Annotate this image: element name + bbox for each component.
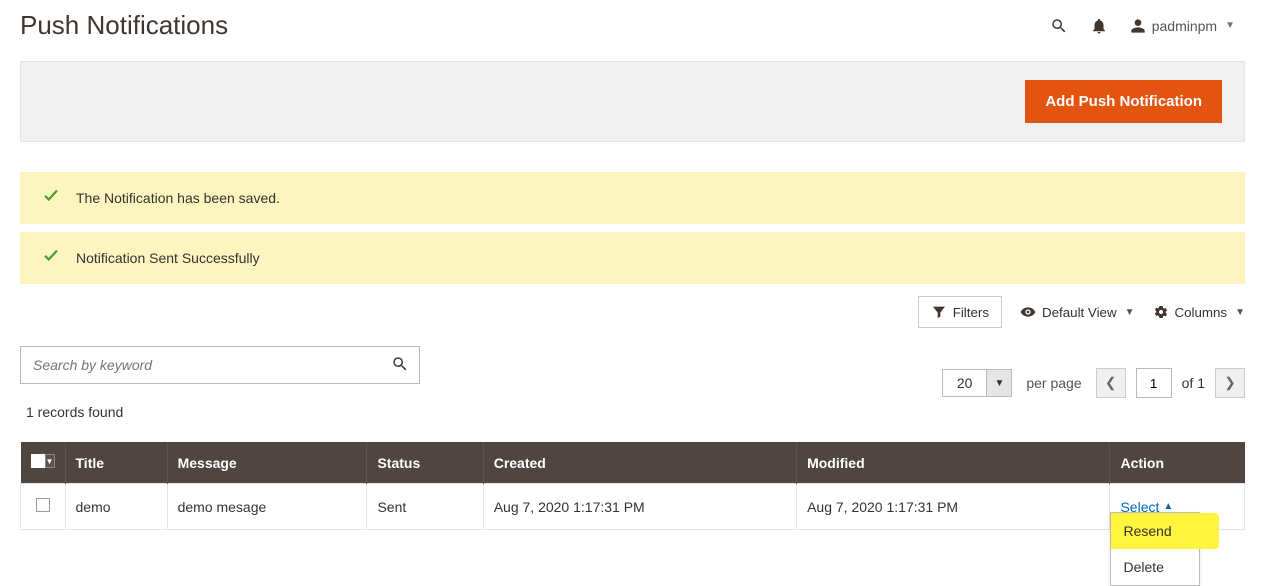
chevron-down-icon: ▼: [1225, 20, 1235, 31]
row-checkbox[interactable]: [36, 498, 50, 512]
header-tools: padminpm ▼: [1050, 17, 1235, 35]
chevron-down-icon: ▼: [1235, 307, 1245, 318]
col-modified[interactable]: Modified: [797, 442, 1110, 484]
checkmark-icon: [42, 186, 60, 210]
action-resend[interactable]: Resend: [1111, 513, 1199, 549]
data-grid: ▼ Title Message Status Created Modified …: [20, 442, 1245, 530]
cell-title: demo: [65, 484, 167, 530]
page-header: Push Notifications padminpm ▼: [20, 10, 1245, 41]
success-message: The Notification has been saved.: [20, 172, 1245, 224]
action-dropdown: Resend Delete: [1110, 512, 1200, 586]
cell-created: Aug 7, 2020 1:17:31 PM: [483, 484, 796, 530]
gear-icon: [1153, 304, 1169, 320]
records-count: 1 records found: [26, 404, 420, 420]
col-action: Action: [1110, 442, 1245, 484]
user-menu[interactable]: padminpm ▼: [1130, 18, 1235, 34]
search-pagination-row: 1 records found 20 ▼ per page ❮ of 1 ❯: [20, 346, 1245, 420]
default-view-button[interactable]: Default View ▼: [1020, 304, 1135, 320]
cell-message: demo mesage: [167, 484, 367, 530]
action-toolbar: Add Push Notification: [20, 61, 1245, 142]
col-status[interactable]: Status: [367, 442, 483, 484]
filters-label: Filters: [953, 305, 989, 320]
eye-icon: [1020, 304, 1036, 320]
next-page-button[interactable]: ❯: [1215, 368, 1245, 398]
search-box: [20, 346, 420, 384]
caret-up-icon: ▲: [1163, 501, 1173, 512]
notifications-icon[interactable]: [1090, 17, 1108, 35]
col-title[interactable]: Title: [65, 442, 167, 484]
columns-label: Columns: [1175, 305, 1228, 320]
checkmark-icon: [42, 246, 60, 270]
filters-button[interactable]: Filters: [918, 296, 1002, 328]
prev-page-button[interactable]: ❮: [1096, 368, 1126, 398]
col-created[interactable]: Created: [483, 442, 796, 484]
cell-modified: Aug 7, 2020 1:17:31 PM: [797, 484, 1110, 530]
pager: 20 ▼ per page ❮ of 1 ❯: [942, 368, 1245, 398]
chevron-down-icon: ▼: [1125, 307, 1135, 318]
message-text: Notification Sent Successfully: [76, 250, 260, 266]
search-input[interactable]: [21, 347, 381, 383]
page-navigation: ❮ of 1 ❯: [1096, 368, 1245, 398]
columns-button[interactable]: Columns ▼: [1153, 304, 1246, 320]
table-row: demo demo mesage Sent Aug 7, 2020 1:17:3…: [21, 484, 1245, 530]
per-page-value: 20: [943, 370, 987, 396]
action-delete[interactable]: Delete: [1111, 549, 1199, 585]
page-total: of 1: [1182, 375, 1205, 391]
page-input[interactable]: [1136, 368, 1172, 398]
user-name: padminpm: [1152, 18, 1217, 34]
per-page-label: per page: [1026, 375, 1081, 391]
cell-status: Sent: [367, 484, 483, 530]
search-icon: [391, 355, 409, 373]
chevron-down-icon[interactable]: ▼: [45, 454, 55, 468]
messages-area: The Notification has been saved. Notific…: [20, 172, 1245, 284]
add-push-notification-button[interactable]: Add Push Notification: [1025, 80, 1222, 123]
search-icon[interactable]: [1050, 17, 1068, 35]
col-message[interactable]: Message: [167, 442, 367, 484]
default-view-label: Default View: [1042, 305, 1117, 320]
grid-toolbar: Filters Default View ▼ Columns ▼: [20, 296, 1245, 328]
funnel-icon: [931, 304, 947, 320]
select-all-header[interactable]: ▼: [21, 442, 66, 484]
success-message: Notification Sent Successfully: [20, 232, 1245, 284]
per-page-selector[interactable]: 20 ▼: [942, 369, 1012, 397]
message-text: The Notification has been saved.: [76, 190, 280, 206]
search-submit[interactable]: [381, 349, 419, 382]
chevron-down-icon[interactable]: ▼: [986, 370, 1011, 396]
page-title: Push Notifications: [20, 10, 228, 41]
cell-action: Select ▲ Resend Delete: [1110, 484, 1245, 530]
